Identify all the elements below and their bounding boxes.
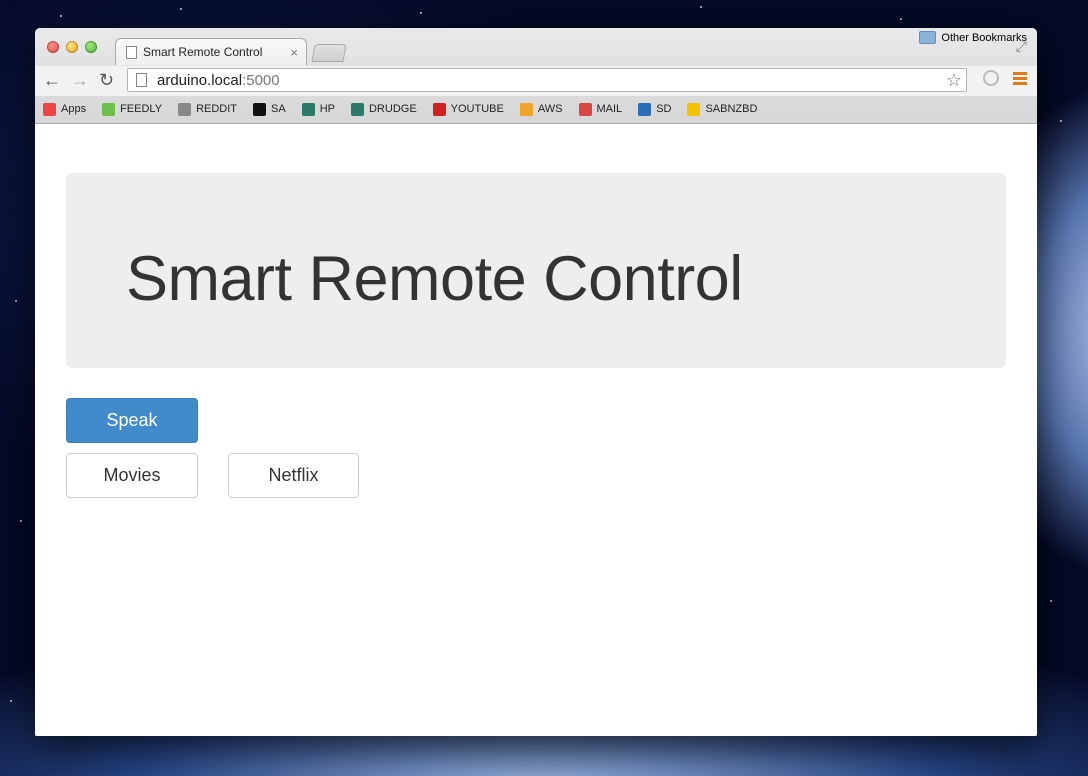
sabnzbd-icon — [687, 102, 701, 116]
bookmark-mail[interactable]: MAIL — [578, 102, 623, 116]
browser-tab[interactable]: Smart Remote Control × — [115, 38, 307, 65]
page-icon — [136, 73, 147, 87]
page-content: Smart Remote Control Speak Movies Netfli… — [35, 124, 1037, 736]
bookmark-sabnzbd[interactable]: SABNZBD — [687, 102, 758, 116]
new-tab-button[interactable] — [311, 44, 347, 62]
bookmark-aws[interactable]: AWS — [519, 102, 563, 116]
close-window-button[interactable] — [47, 41, 59, 53]
movies-button[interactable]: Movies — [66, 453, 198, 498]
bookmark-label: YOUTUBE — [450, 103, 504, 115]
other-bookmarks[interactable]: Other Bookmarks — [919, 31, 1027, 44]
bookmark-hp[interactable]: HP — [301, 102, 335, 116]
url-host: arduino.local — [157, 71, 243, 89]
bookmark-sa[interactable]: SA — [253, 102, 286, 116]
drudge-icon — [350, 102, 364, 116]
minimize-window-button[interactable] — [66, 41, 78, 53]
tab-title: Smart Remote Control — [143, 45, 263, 59]
bookmark-label: Apps — [61, 103, 87, 115]
reload-icon[interactable]: ↻ — [99, 70, 114, 90]
other-bookmarks-label: Other Bookmarks — [941, 31, 1027, 44]
bookmark-label: DRUDGE — [368, 103, 417, 115]
extension-icon[interactable] — [983, 70, 999, 86]
zoom-window-button[interactable] — [85, 41, 97, 53]
bookmark-reddit[interactable]: REDDIT — [178, 102, 238, 116]
netflix-button[interactable]: Netflix — [228, 453, 359, 498]
back-arrow-icon[interactable]: ← — [43, 70, 61, 90]
forward-arrow-icon[interactable]: → — [71, 70, 89, 90]
bookmark-drudge[interactable]: DRUDGE — [350, 102, 417, 116]
bookmark-feedly[interactable]: FEEDLY — [102, 102, 163, 116]
menu-icon[interactable] — [1013, 72, 1027, 87]
url-port: :5000 — [242, 71, 280, 89]
bookmark-label: SD — [656, 103, 672, 115]
bookmark-star-icon[interactable]: ☆ — [946, 70, 962, 91]
page-title: Smart Remote Control — [126, 244, 743, 314]
grenade-icon — [253, 102, 267, 116]
folder-icon — [919, 31, 937, 44]
bookmark-label: SA — [271, 103, 286, 115]
page-icon — [126, 45, 137, 59]
speak-button[interactable]: Speak — [66, 398, 198, 443]
aws-icon — [519, 102, 533, 116]
bookmark-sd[interactable]: SD — [638, 102, 672, 116]
youtube-icon — [432, 102, 446, 116]
address-bar[interactable]: arduino.local:5000 ☆ — [127, 68, 967, 92]
browser-chrome: Smart Remote Control × ⤢ ← → ↻ arduino.l… — [35, 28, 1037, 124]
bookmark-label: REDDIT — [196, 103, 238, 115]
apps-grid-icon — [43, 102, 56, 116]
bookmark-label: AWS — [537, 103, 563, 115]
reddit-icon — [178, 102, 192, 116]
bookmark-label: SABNZBD — [705, 103, 758, 115]
bookmark-label: FEEDLY — [120, 103, 163, 115]
tab-close-icon[interactable]: × — [290, 45, 298, 60]
sd-icon — [638, 102, 652, 116]
window-controls — [47, 41, 97, 53]
bookmark-youtube[interactable]: YOUTUBE — [432, 102, 504, 116]
hp-icon — [301, 102, 315, 116]
jumbotron: Smart Remote Control — [66, 173, 1006, 368]
browser-window: Smart Remote Control × ⤢ ← → ↻ arduino.l… — [35, 28, 1037, 736]
bookmark-apps[interactable]: Apps — [43, 102, 87, 116]
bookmarks-bar: Apps FEEDLY REDDIT SA HP DRUDGE YOUTUBE AWS MAIL… — [35, 98, 1037, 120]
toolbar: ← → ↻ arduino.local:5000 ☆ — [35, 66, 1037, 96]
bookmark-label: HP — [319, 103, 335, 115]
feedly-icon — [102, 102, 116, 116]
gmail-icon — [578, 102, 592, 116]
bookmark-label: MAIL — [596, 103, 623, 115]
